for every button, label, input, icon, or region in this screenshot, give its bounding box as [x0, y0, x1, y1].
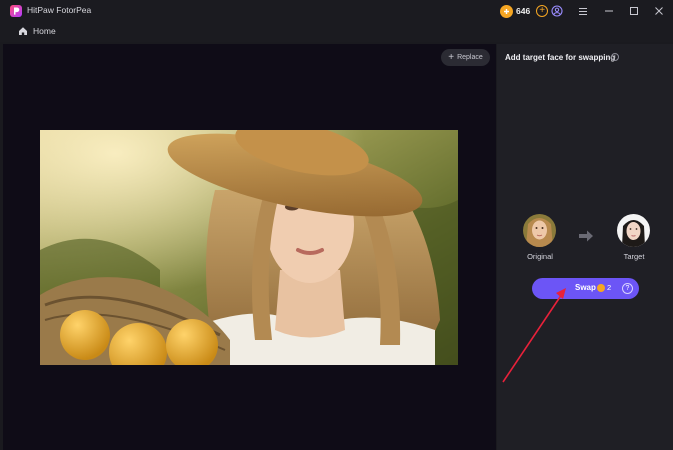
info-icon[interactable]: i — [611, 53, 619, 61]
target-face-thumbnail[interactable] — [617, 214, 650, 247]
title-bar: HitPaw FotorPea 646 + — [0, 0, 673, 22]
home-label: Home — [33, 26, 56, 36]
close-icon[interactable] — [651, 3, 667, 19]
home-button[interactable]: Home — [18, 26, 56, 36]
add-credits-icon[interactable]: + — [536, 5, 549, 17]
source-photo — [40, 130, 458, 365]
app-title: HitPaw FotorPea — [27, 5, 92, 15]
panel-title: Add target face for swapping — [505, 53, 616, 62]
swap-button[interactable]: Swap 2 ? — [532, 278, 639, 299]
replace-label: Replace — [457, 54, 483, 61]
coin-icon — [500, 4, 513, 18]
nav-bar: Home — [0, 22, 673, 42]
arrow-right-icon — [579, 230, 593, 242]
minimize-icon[interactable] — [601, 3, 617, 19]
plus-icon: + — [448, 51, 455, 63]
credits[interactable]: 646 + — [500, 4, 549, 18]
original-face-thumbnail[interactable] — [523, 214, 556, 247]
menu-icon[interactable] — [575, 3, 591, 19]
replace-button[interactable]: + Replace — [441, 49, 490, 66]
swap-cost: 2 — [607, 283, 612, 292]
help-icon[interactable]: ? — [622, 283, 633, 294]
original-label: Original — [527, 252, 553, 261]
app-logo-icon — [10, 5, 22, 17]
account-icon[interactable] — [549, 3, 565, 19]
target-label: Target — [623, 252, 645, 261]
credit-count: 646 — [516, 6, 531, 16]
swap-label: Swap — [575, 283, 596, 292]
coin-icon — [597, 284, 605, 292]
home-icon — [19, 27, 27, 35]
maximize-icon[interactable] — [626, 3, 642, 19]
swap-panel — [497, 44, 673, 450]
